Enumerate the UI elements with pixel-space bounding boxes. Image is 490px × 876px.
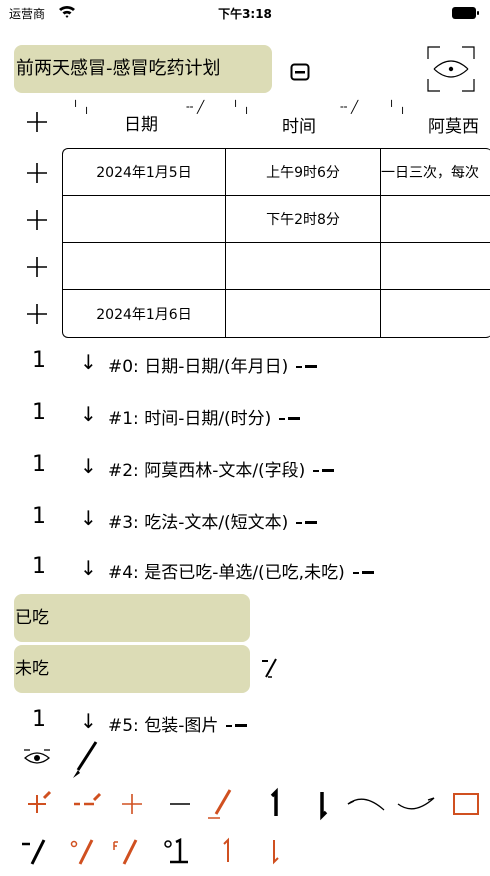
pen-icon[interactable] bbox=[204, 786, 240, 822]
add-row-button[interactable] bbox=[26, 209, 48, 231]
resize-icon[interactable]: ╌ ╱ bbox=[340, 100, 358, 114]
edit-dash-icon[interactable] bbox=[226, 721, 248, 731]
field-row: 1 ↓ #0: 日期-日期/(年月日) bbox=[0, 348, 490, 378]
field-row: 1 ↓ #5: 包装-图片 bbox=[0, 707, 490, 737]
minus-icon[interactable] bbox=[162, 786, 198, 822]
option-eaten[interactable]: 已吃 bbox=[14, 594, 250, 642]
scan-icon[interactable] bbox=[426, 45, 476, 93]
eye-icon[interactable] bbox=[22, 746, 52, 768]
move-up-icon[interactable]: 1 bbox=[32, 400, 46, 425]
edit-dash-icon[interactable] bbox=[296, 518, 318, 528]
move-down-tool-icon[interactable] bbox=[304, 786, 340, 822]
battery-icon bbox=[452, 7, 479, 19]
field-label[interactable]: #5: 包装-图片 bbox=[108, 716, 218, 736]
move-down-icon[interactable]: ↓ bbox=[80, 350, 97, 374]
square-icon[interactable] bbox=[448, 786, 484, 822]
add-row-button[interactable] bbox=[26, 162, 48, 184]
brush-icon[interactable] bbox=[70, 740, 100, 780]
header-date[interactable]: 日期 bbox=[124, 110, 158, 135]
plan-title[interactable]: 前两天感冒-感冒吃药计划 bbox=[14, 45, 272, 93]
status-bar: 运营商 下午3:18 bbox=[0, 0, 490, 26]
add-row-button[interactable] bbox=[26, 303, 48, 325]
move-down-icon[interactable]: ↓ bbox=[80, 454, 97, 478]
add-column-button[interactable] bbox=[26, 111, 48, 133]
table-cell[interactable] bbox=[226, 290, 381, 337]
table-cell[interactable]: 一日三次，每次 bbox=[381, 149, 490, 196]
edit-text-icon[interactable] bbox=[18, 834, 54, 870]
field-label[interactable]: #1: 时间-日期/(时分) bbox=[108, 409, 271, 429]
edit-percent-icon[interactable] bbox=[66, 834, 102, 870]
resize-icon[interactable]: ╌ ╱ bbox=[186, 100, 204, 114]
move-up-icon[interactable]: 1 bbox=[32, 707, 46, 732]
move-up-tool-icon[interactable] bbox=[258, 786, 294, 822]
table-cell[interactable] bbox=[381, 243, 490, 290]
move-down-icon[interactable]: ↓ bbox=[80, 709, 97, 733]
move-up-icon[interactable]: ╵ ╷ bbox=[72, 100, 90, 114]
table-cell[interactable] bbox=[63, 196, 226, 243]
move-up-icon[interactable]: 1 bbox=[32, 554, 46, 579]
move-up-orange-icon[interactable] bbox=[210, 834, 246, 870]
toolbar-row-1 bbox=[0, 786, 490, 826]
field-label[interactable]: #3: 吃法-文本/(短文本) bbox=[108, 513, 288, 533]
insert-line-icon[interactable] bbox=[70, 786, 106, 822]
edit-dash-icon[interactable] bbox=[296, 362, 318, 372]
note-icon[interactable] bbox=[290, 63, 310, 81]
edit-dash-icon[interactable] bbox=[352, 568, 375, 578]
field-label[interactable]: #2: 阿莫西林-文本/(字段) bbox=[108, 461, 305, 481]
header-amoxicillin[interactable]: 阿莫西 bbox=[428, 112, 479, 137]
toolbar-row-2 bbox=[0, 834, 490, 874]
table-cell[interactable] bbox=[63, 243, 226, 290]
plus-icon[interactable] bbox=[114, 786, 150, 822]
field-row: 1 ↓ #4: 是否已吃-单选/(已吃,未吃) bbox=[0, 554, 490, 584]
add-row-button[interactable] bbox=[26, 256, 48, 278]
move-down-orange-icon[interactable] bbox=[256, 834, 292, 870]
option-not-eaten[interactable]: 未吃 bbox=[14, 645, 250, 693]
table-cell[interactable]: 2024年1月5日 bbox=[63, 149, 226, 196]
move-up-icon[interactable]: 1 bbox=[32, 348, 46, 373]
edit-dash-icon[interactable] bbox=[313, 466, 335, 476]
table-cell[interactable] bbox=[381, 290, 490, 337]
field-row: 1 ↓ #1: 时间-日期/(时分) bbox=[0, 400, 490, 430]
move-up-icon[interactable]: ╵ ╷ bbox=[388, 100, 406, 114]
move-down-icon[interactable]: ↓ bbox=[80, 402, 97, 426]
header-time[interactable]: 时间 bbox=[282, 112, 316, 137]
edit-dash-icon[interactable] bbox=[279, 414, 301, 424]
edit-option-icon[interactable] bbox=[260, 657, 280, 681]
move-up-icon[interactable]: ╵ ╷ bbox=[232, 100, 250, 114]
curve-left-icon[interactable] bbox=[344, 786, 388, 822]
field-label[interactable]: #0: 日期-日期/(年月日) bbox=[108, 357, 288, 377]
curve-right-icon[interactable] bbox=[394, 786, 438, 822]
data-table: 2024年1月5日 上午9时6分 一日三次，每次 下午2时8分 2024年1月6… bbox=[62, 148, 490, 338]
table-cell[interactable] bbox=[381, 196, 490, 243]
stamp-icon[interactable] bbox=[158, 834, 194, 870]
insert-point-icon[interactable] bbox=[22, 786, 58, 822]
table-cell[interactable]: 2024年1月6日 bbox=[63, 290, 226, 337]
move-down-icon[interactable]: ↓ bbox=[80, 556, 97, 580]
move-up-icon[interactable]: 1 bbox=[32, 452, 46, 477]
move-down-icon[interactable]: ↓ bbox=[80, 506, 97, 530]
edit-format-icon[interactable] bbox=[108, 834, 144, 870]
table-cell[interactable] bbox=[226, 243, 381, 290]
field-label[interactable]: #4: 是否已吃-单选/(已吃,未吃) bbox=[108, 563, 345, 583]
table-cell[interactable]: 上午9时6分 bbox=[226, 149, 381, 196]
field-row: 1 ↓ #2: 阿莫西林-文本/(字段) bbox=[0, 452, 490, 482]
table-cell[interactable]: 下午2时8分 bbox=[226, 196, 381, 243]
status-time: 下午3:18 bbox=[218, 7, 272, 21]
field-row: 1 ↓ #3: 吃法-文本/(短文本) bbox=[0, 504, 490, 534]
move-up-icon[interactable]: 1 bbox=[32, 504, 46, 529]
